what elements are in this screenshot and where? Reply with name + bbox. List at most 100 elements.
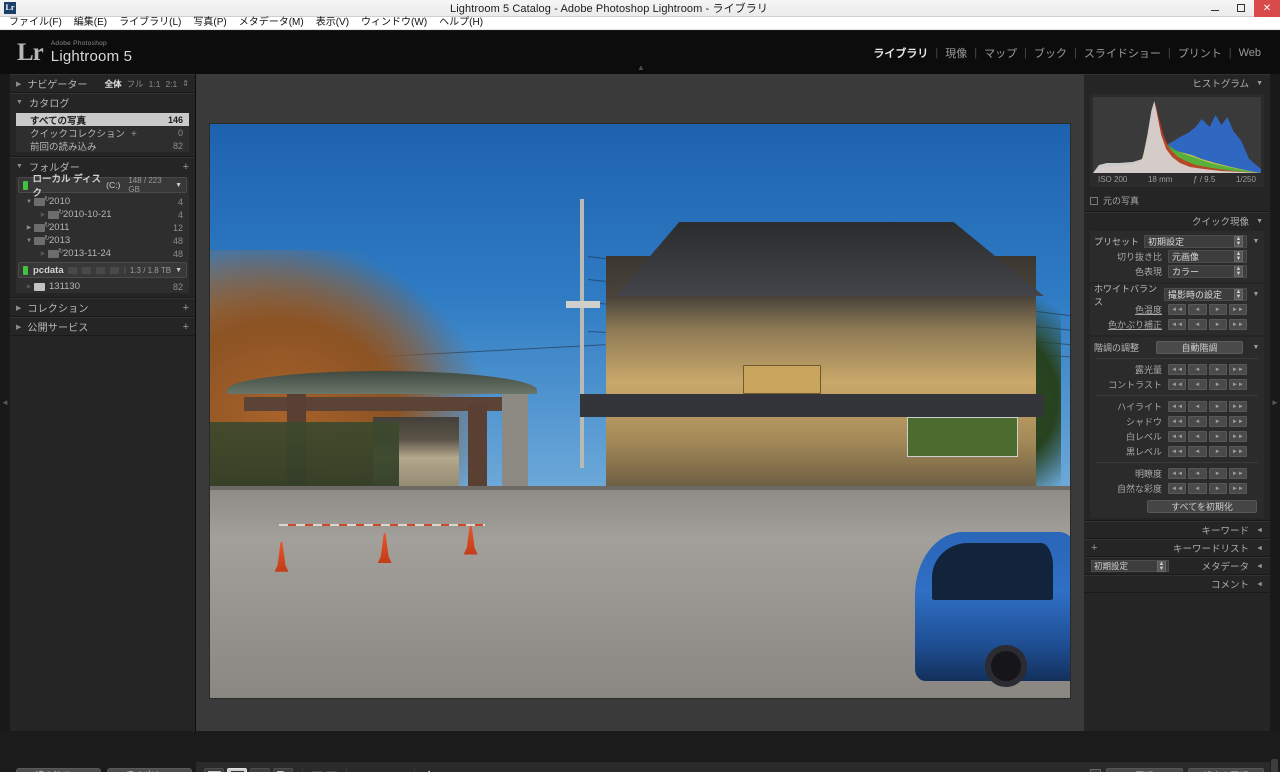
folder-row[interactable]: ▶ 2010-10-21 4 xyxy=(16,208,189,221)
blacks-decrease-large[interactable]: ◄◄ xyxy=(1168,446,1187,457)
folder-row[interactable]: ▼ 2013 48 xyxy=(16,234,189,247)
shadows-decrease-small[interactable]: ◄ xyxy=(1188,416,1207,427)
chevron-down-icon[interactable]: ▼ xyxy=(175,267,182,274)
maximize-button[interactable] xyxy=(1228,0,1254,17)
catalog-item-all-photographs[interactable]: すべての写真 146 xyxy=(16,113,189,127)
preset-select[interactable]: 初期設定 ▲ ▼ xyxy=(1144,235,1247,248)
stepper-icon[interactable]: ▲ ▼ xyxy=(1234,266,1243,277)
left-panel-collapse-handle[interactable]: ◄ xyxy=(0,74,10,731)
menu-edit[interactable]: 編集(E) xyxy=(68,17,113,29)
shadows-increase-small[interactable]: ► xyxy=(1208,416,1227,427)
right-panel-scrollbar[interactable] xyxy=(1271,759,1278,772)
tint-label[interactable]: 色かぶり補正 xyxy=(1094,318,1168,331)
chevron-down-icon[interactable]: ▼ xyxy=(1252,344,1260,351)
menu-library[interactable]: ライブラリ(L) xyxy=(113,17,187,29)
navigator-header[interactable]: ▶ ナビゲーター 全体 フル 1:1 2:1 ⇕ xyxy=(10,74,195,92)
clarity-decrease-large[interactable]: ◄◄ xyxy=(1168,468,1187,479)
add-collection-icon[interactable]: + xyxy=(183,302,189,314)
stepper-icon[interactable]: ▲ ▼ xyxy=(1234,289,1243,300)
tint-increase-large[interactable]: ►► xyxy=(1228,319,1247,330)
chevron-right-icon[interactable]: ▶ xyxy=(38,211,48,218)
quick-develop-header[interactable]: クイック現像 ▼ xyxy=(1084,212,1270,229)
metadata-preset-select[interactable]: 初期設定 ▲ ▼ xyxy=(1091,560,1169,572)
temp-decrease-large[interactable]: ◄◄ xyxy=(1168,304,1187,315)
tint-decrease-small[interactable]: ◄ xyxy=(1188,319,1207,330)
zoom-fit[interactable]: 全体 xyxy=(105,78,122,90)
module-web[interactable]: Web xyxy=(1232,47,1268,59)
module-library[interactable]: ライブラリ xyxy=(866,45,935,61)
module-develop[interactable]: 現像 xyxy=(938,45,974,61)
menu-photo[interactable]: 写真(P) xyxy=(187,17,232,29)
tint-increase-small[interactable]: ► xyxy=(1208,319,1227,330)
exposure-increase-small[interactable]: ► xyxy=(1208,364,1227,375)
blacks-decrease-small[interactable]: ◄ xyxy=(1188,446,1207,457)
menu-help[interactable]: ヘルプ(H) xyxy=(433,17,489,29)
identity-plate[interactable]: Lr Adobe Photoshop Lightroom 5 xyxy=(0,40,132,65)
catalog-item-previous-import[interactable]: 前回の読み込み 82 xyxy=(16,139,189,153)
original-photo-toggle[interactable]: 元の写真 xyxy=(1084,191,1270,211)
stepper-icon[interactable]: ▲ ▼ xyxy=(1234,251,1243,262)
menu-metadata[interactable]: メタデータ(M) xyxy=(233,17,310,29)
exposure-decrease-small[interactable]: ◄ xyxy=(1188,364,1207,375)
zoom-1-1[interactable]: 1:1 xyxy=(149,79,161,89)
crop-ratio-select[interactable]: 元画像 ▲ ▼ xyxy=(1168,250,1247,263)
keywording-header[interactable]: キーワード ◄ xyxy=(1084,521,1270,538)
sync-button[interactable]: 同期 xyxy=(1106,768,1183,772)
menu-window[interactable]: ウィンドウ(W) xyxy=(355,17,433,29)
volume-row-pcdata[interactable]: pcdata 1.3 / 1.8 TB ▼ xyxy=(18,262,187,278)
top-panel-collapse-arrow[interactable]: ▲ xyxy=(634,64,648,72)
shadows-decrease-large[interactable]: ◄◄ xyxy=(1168,416,1187,427)
metadata-header[interactable]: 初期設定 ▲ ▼ メタデータ ◄ xyxy=(1084,557,1270,574)
contrast-decrease-small[interactable]: ◄ xyxy=(1188,379,1207,390)
minimize-button[interactable] xyxy=(1202,0,1228,17)
chevron-down-icon[interactable]: ▼ xyxy=(1252,238,1260,245)
import-button[interactable]: 読み込み… xyxy=(16,768,101,772)
rotate-right-icon[interactable]: ↵ xyxy=(439,768,451,772)
chevron-down-icon[interactable]: ▼ xyxy=(175,182,182,189)
vibrance-increase-small[interactable]: ► xyxy=(1208,483,1227,494)
grid-view-button[interactable] xyxy=(204,768,224,772)
treatment-select[interactable]: カラー ▲ ▼ xyxy=(1168,265,1247,278)
sync-settings-button[interactable]: 設定を同期 xyxy=(1187,768,1264,772)
auto-tone-button[interactable]: 自動階調 xyxy=(1156,341,1243,354)
clarity-increase-large[interactable]: ►► xyxy=(1228,468,1247,479)
temperature-label[interactable]: 色温度 xyxy=(1094,303,1168,316)
whites-increase-small[interactable]: ► xyxy=(1208,431,1227,442)
volume-row-local-disk[interactable]: ローカル ディスク (C:) 148 / 223 GB ▼ xyxy=(18,174,187,199)
highlights-decrease-small[interactable]: ◄ xyxy=(1188,401,1207,412)
close-button[interactable]: ✕ xyxy=(1254,0,1280,17)
menu-file[interactable]: ファイル(F) xyxy=(3,17,68,29)
loupe-view-area[interactable] xyxy=(196,74,1084,762)
vibrance-decrease-large[interactable]: ◄◄ xyxy=(1168,483,1187,494)
contrast-increase-large[interactable]: ►► xyxy=(1228,379,1247,390)
loupe-view-button[interactable] xyxy=(227,768,247,772)
exposure-increase-large[interactable]: ►► xyxy=(1228,364,1247,375)
add-folder-icon[interactable]: + xyxy=(183,161,189,173)
shadows-increase-large[interactable]: ►► xyxy=(1228,416,1247,427)
zoom-fill[interactable]: フル xyxy=(127,78,144,90)
temp-decrease-small[interactable]: ◄ xyxy=(1188,304,1207,315)
comments-header[interactable]: コメント ◄ xyxy=(1084,575,1270,592)
module-book[interactable]: ブック xyxy=(1027,45,1074,61)
right-panel-collapse-handle[interactable]: ► xyxy=(1270,74,1280,731)
folder-row[interactable]: ▶ 2013-11-24 48 xyxy=(16,247,189,260)
add-publish-service-icon[interactable]: + xyxy=(183,321,189,333)
highlights-increase-small[interactable]: ► xyxy=(1208,401,1227,412)
add-keyword-icon[interactable]: + xyxy=(1091,542,1097,554)
chevron-right-icon[interactable]: ▶ xyxy=(24,224,34,231)
chevron-down-icon[interactable]: ▼ xyxy=(24,199,34,205)
white-balance-select[interactable]: 撮影時の設定 ▲ ▼ xyxy=(1164,288,1247,301)
whites-decrease-small[interactable]: ◄ xyxy=(1188,431,1207,442)
folder-row[interactable]: ▶ 2011 12 xyxy=(16,221,189,234)
rotate-left-icon[interactable]: ↰ xyxy=(424,768,436,772)
highlights-increase-large[interactable]: ►► xyxy=(1228,401,1247,412)
menu-view[interactable]: 表示(V) xyxy=(310,17,355,29)
histogram-header[interactable]: ヒストグラム ▼ xyxy=(1084,74,1270,91)
module-slideshow[interactable]: スライドショー xyxy=(1077,45,1168,61)
chevron-down-icon[interactable]: ▼ xyxy=(24,238,34,244)
zoom-2-1[interactable]: 2:1 xyxy=(165,79,177,89)
vibrance-decrease-small[interactable]: ◄ xyxy=(1188,483,1207,494)
highlights-decrease-large[interactable]: ◄◄ xyxy=(1168,401,1187,412)
checkbox-icon[interactable] xyxy=(1090,196,1098,205)
survey-view-button[interactable] xyxy=(273,768,293,772)
